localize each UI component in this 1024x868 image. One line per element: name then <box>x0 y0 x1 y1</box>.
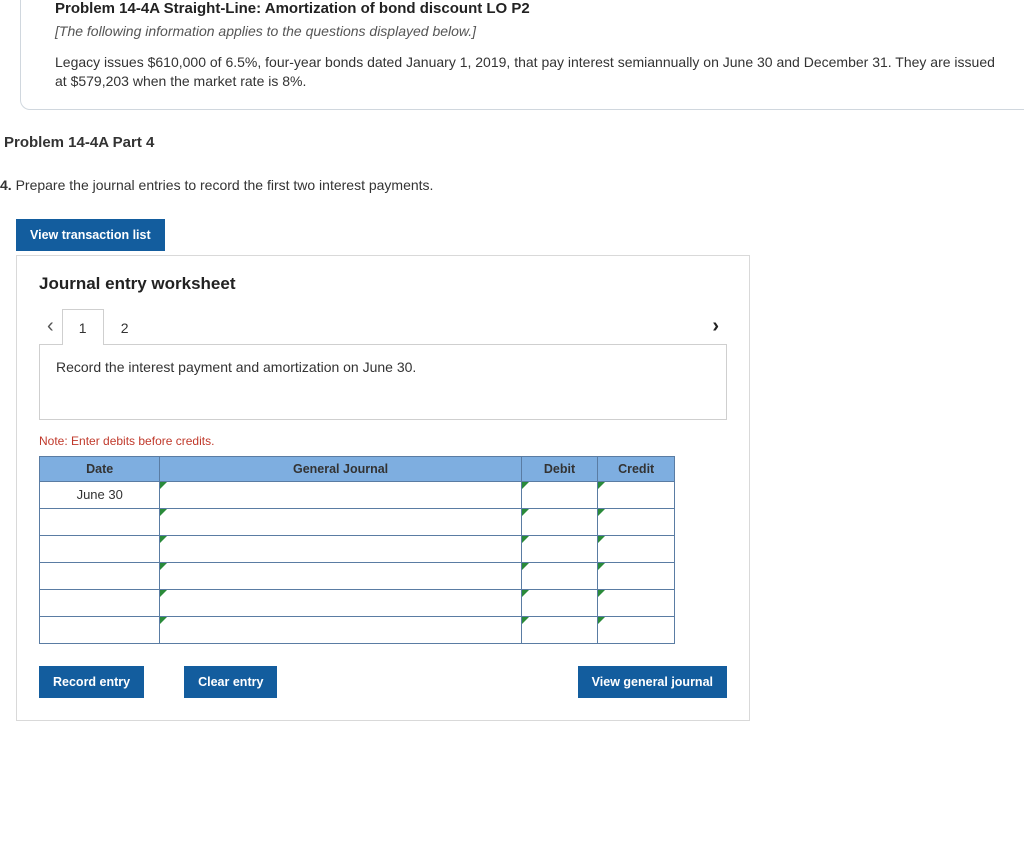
cell-debit[interactable] <box>521 481 598 508</box>
problem-body: Legacy issues $610,000 of 6.5%, four-yea… <box>55 53 1004 91</box>
chevron-left-icon[interactable]: ‹ <box>39 308 62 344</box>
table-row <box>40 562 675 589</box>
tab-2[interactable]: 2 <box>104 309 146 345</box>
cell-credit[interactable] <box>598 535 675 562</box>
chevron-right-icon[interactable]: › <box>704 308 727 344</box>
problem-applies: [The following information applies to th… <box>55 23 1004 39</box>
problem-title: Problem 14-4A Straight-Line: Amortizatio… <box>55 0 1004 17</box>
cell-credit[interactable] <box>598 508 675 535</box>
cell-account[interactable] <box>160 589 521 616</box>
cell-date[interactable] <box>40 535 160 562</box>
table-row: June 30 <box>40 481 675 508</box>
question-number: 4. <box>0 177 12 193</box>
problem-header-box: Problem 14-4A Straight-Line: Amortizatio… <box>20 0 1024 110</box>
cell-account[interactable] <box>160 562 521 589</box>
cell-credit[interactable] <box>598 616 675 643</box>
entry-prompt: Record the interest payment and amortiza… <box>56 359 416 375</box>
col-header-credit: Credit <box>598 456 675 481</box>
cell-debit[interactable] <box>521 589 598 616</box>
cell-date[interactable]: June 30 <box>40 481 160 508</box>
part-title: Problem 14-4A Part 4 <box>4 134 1024 151</box>
cell-credit[interactable] <box>598 589 675 616</box>
cell-credit[interactable] <box>598 562 675 589</box>
cell-account[interactable] <box>160 481 521 508</box>
view-general-journal-button[interactable]: View general journal <box>578 666 727 698</box>
table-row <box>40 589 675 616</box>
entry-prompt-box: Record the interest payment and amortiza… <box>39 345 727 420</box>
col-header-debit: Debit <box>521 456 598 481</box>
cell-credit[interactable] <box>598 481 675 508</box>
record-entry-button[interactable]: Record entry <box>39 666 144 698</box>
tab-row: ‹ 1 2 › <box>39 308 727 345</box>
cell-account[interactable] <box>160 616 521 643</box>
col-header-general-journal: General Journal <box>160 456 521 481</box>
tab-1[interactable]: 1 <box>62 309 104 345</box>
cell-account[interactable] <box>160 535 521 562</box>
table-header-row: Date General Journal Debit Credit <box>40 456 675 481</box>
cell-date[interactable] <box>40 562 160 589</box>
cell-date[interactable] <box>40 589 160 616</box>
view-transaction-list-button[interactable]: View transaction list <box>16 219 165 251</box>
table-row <box>40 508 675 535</box>
cell-debit[interactable] <box>521 535 598 562</box>
journal-entry-table: Date General Journal Debit Credit June 3… <box>39 456 675 644</box>
journal-entry-worksheet: Journal entry worksheet ‹ 1 2 › Record t… <box>16 255 750 721</box>
worksheet-button-row: Record entry Clear entry View general jo… <box>39 666 727 698</box>
part-instruction: 4. Prepare the journal entries to record… <box>0 177 1024 193</box>
table-row <box>40 616 675 643</box>
cell-account[interactable] <box>160 508 521 535</box>
cell-date[interactable] <box>40 616 160 643</box>
clear-entry-button[interactable]: Clear entry <box>184 666 277 698</box>
cell-date[interactable] <box>40 508 160 535</box>
cell-debit[interactable] <box>521 616 598 643</box>
table-row <box>40 535 675 562</box>
cell-debit[interactable] <box>521 562 598 589</box>
instruction-text: Prepare the journal entries to record th… <box>16 177 434 193</box>
cell-debit[interactable] <box>521 508 598 535</box>
worksheet-title: Journal entry worksheet <box>39 274 727 294</box>
note-text: Note: Enter debits before credits. <box>39 434 727 448</box>
col-header-date: Date <box>40 456 160 481</box>
